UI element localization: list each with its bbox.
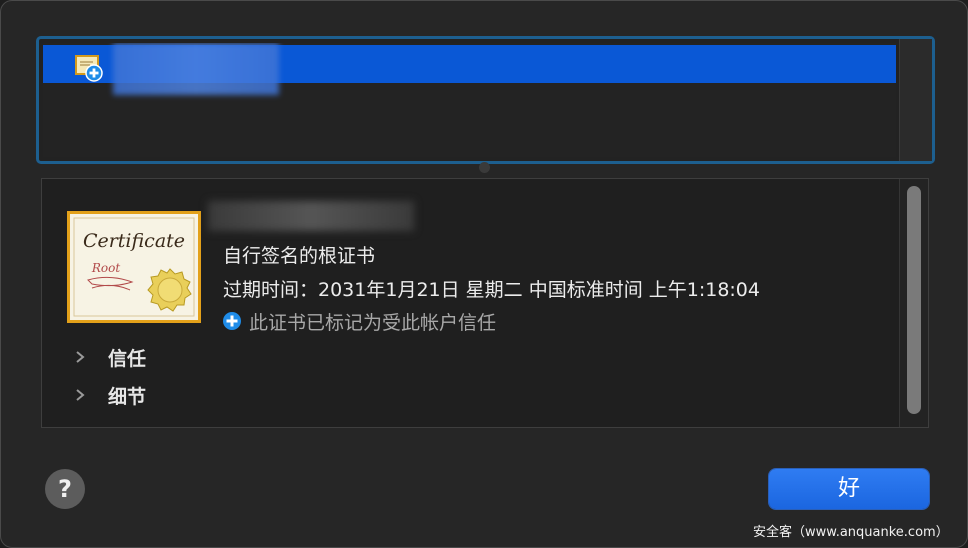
ok-button[interactable]: 好 — [769, 469, 929, 509]
certificate-image-title: Certificate — [83, 230, 185, 252]
section-details[interactable]: 细节 — [74, 381, 146, 409]
help-button[interactable]: ? — [45, 469, 85, 509]
section-trust[interactable]: 信任 — [74, 343, 146, 371]
certificate-list-scrollbar[interactable] — [899, 39, 932, 161]
section-details-label: 细节 — [108, 385, 147, 408]
certificate-image: Certificate Root — [67, 211, 201, 323]
trust-status-text: 此证书已标记为受此帐户信任 — [249, 311, 497, 334]
split-view-handle[interactable] — [479, 162, 490, 173]
watermark-text: 安全客（www.anquanke.com） — [753, 525, 949, 540]
redacted-certificate-name — [208, 201, 414, 231]
certificate-expiry: 过期时间：2031年1月21日 星期二 中国标准时间 上午1:18:04 — [223, 279, 760, 301]
section-trust-label: 信任 — [108, 347, 147, 370]
certificate-detail-panel: Certificate Root 自行签名的根证书 过期时间：2031年1月21… — [41, 178, 929, 428]
chevron-right-icon — [76, 351, 85, 363]
chevron-right-icon — [76, 389, 85, 401]
certificate-list-body — [43, 43, 896, 157]
redacted-name-blur — [113, 43, 279, 95]
certificate-artwork: Certificate Root — [73, 217, 195, 317]
certificate-dialog: Certificate Root 自行签名的根证书 过期时间：2031年1月21… — [0, 0, 968, 548]
detail-scrollbar-thumb[interactable] — [907, 186, 921, 414]
certificate-list[interactable] — [36, 36, 935, 164]
certificate-plus-icon — [75, 55, 103, 82]
trust-status: 此证书已标记为受此帐户信任 — [223, 309, 497, 334]
plus-circle-icon — [223, 312, 241, 330]
detail-scrollbar[interactable] — [899, 179, 928, 427]
certificate-type: 自行签名的根证书 — [223, 245, 376, 267]
certificate-image-subtitle: Root — [91, 261, 120, 275]
